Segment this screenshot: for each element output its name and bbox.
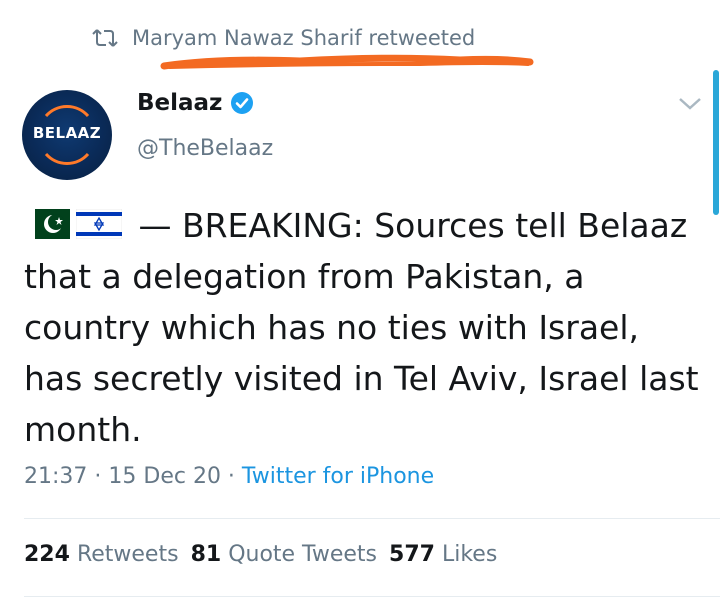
tweet-text: — BREAKING: Sources tell Belaaz that a d… <box>24 200 704 455</box>
avatar-logo-text: BELAAZ <box>32 124 102 142</box>
author-handle[interactable]: @TheBelaaz <box>137 136 273 161</box>
quotes-label: Quote Tweets <box>228 542 378 567</box>
tweet-source-link[interactable]: Twitter for iPhone <box>242 464 434 489</box>
retweet-icon <box>92 29 118 47</box>
likes-stat[interactable]: 577 Likes <box>389 542 497 567</box>
divider <box>24 596 720 597</box>
flag-pakistan-icon <box>24 208 70 239</box>
author-name-row[interactable]: Belaaz <box>137 90 254 116</box>
orange-underline-scribble <box>160 54 534 70</box>
flag-israel-icon <box>76 208 122 239</box>
likes-label: Likes <box>441 542 498 567</box>
display-name[interactable]: Belaaz <box>137 90 222 116</box>
retweets-label: Retweets <box>76 542 179 567</box>
retweet-label: Maryam Nawaz Sharif retweeted <box>132 26 476 50</box>
quote-tweets-stat[interactable]: 81 Quote Tweets <box>191 542 377 567</box>
quotes-count: 81 <box>190 542 222 567</box>
retweets-stat[interactable]: 224 Retweets <box>24 542 179 567</box>
meta-separator: · <box>220 464 242 489</box>
divider <box>24 518 720 519</box>
scrollbar-thumb[interactable] <box>713 70 719 215</box>
avatar[interactable]: BELAAZ <box>22 90 112 180</box>
chevron-down-icon[interactable] <box>676 92 704 114</box>
retweets-count: 224 <box>24 542 70 567</box>
retweet-context[interactable]: Maryam Nawaz Sharif retweeted <box>92 26 475 50</box>
verified-badge-icon <box>231 92 254 114</box>
likes-count: 577 <box>389 542 435 567</box>
tweet-time[interactable]: 21:37 <box>24 464 87 489</box>
tweet-meta: 21:37 · 15 Dec 20 · Twitter for iPhone <box>24 464 434 489</box>
tweet-stats: 224 Retweets 81 Quote Tweets 577 Likes <box>24 542 497 567</box>
tweet-text-content: — BREAKING: Sources tell Belaaz that a d… <box>24 206 699 449</box>
tweet-date[interactable]: 15 Dec 20 <box>108 464 221 489</box>
meta-separator: · <box>87 464 109 489</box>
